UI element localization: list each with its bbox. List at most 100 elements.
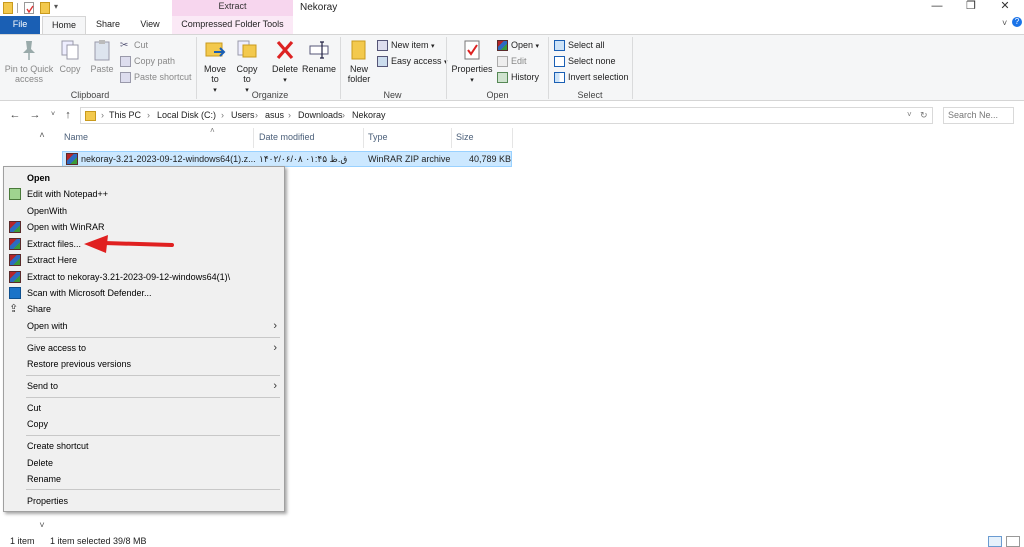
close-button[interactable]: ✕ [988,0,1022,14]
chevron-right-icon[interactable]: › [147,110,150,120]
copy-button[interactable]: Copy [57,38,83,74]
search-input[interactable]: Search Ne... [943,107,1014,124]
refresh-icon[interactable]: ↻ [920,110,928,121]
history-button[interactable]: History [497,70,539,84]
menu-item-restore-versions[interactable]: Restore previous versions [4,356,284,372]
paste-shortcut-button[interactable]: Paste shortcut [120,70,192,84]
forward-arrow-icon[interactable]: → [28,108,42,122]
copy-icon [61,40,79,60]
delete-button[interactable]: Delete ▾ [270,38,300,86]
help-icon[interactable]: ? [1012,17,1022,27]
chevron-right-icon[interactable]: › [288,110,291,120]
tab-view[interactable]: View [130,16,170,34]
qat-dropdown-icon[interactable]: ▾ [54,2,58,11]
defender-shield-icon [9,287,21,299]
chevron-right-icon[interactable]: › [221,110,224,120]
address-bar[interactable]: › This PC › Local Disk (C:) › Users › as… [80,107,933,124]
tab-file[interactable]: File [0,16,40,34]
address-dropdown-icon[interactable]: ˅ [907,110,912,119]
breadcrumb-local-disk[interactable]: Local Disk (C:) [157,110,216,120]
breadcrumb-downloads[interactable]: Downloads [298,110,343,120]
menu-item-cut[interactable]: Cut [4,400,284,416]
large-icons-view-icon[interactable] [1006,536,1020,547]
properties-button[interactable]: Properties ▾ [451,38,493,86]
divider [17,3,18,13]
tab-home[interactable]: Home [42,16,86,34]
chevron-right-icon[interactable]: › [101,110,104,120]
select-none-button[interactable]: Select none [554,54,616,68]
back-arrow-icon[interactable]: ← [8,108,22,122]
column-type[interactable]: Type [368,132,388,142]
paste-button[interactable]: Paste [88,38,116,74]
nav-pane-scroll-down[interactable]: ˅ [36,520,48,530]
menu-item-openwith-plain[interactable]: OpenWith [4,203,284,219]
chevron-down-icon: ▾ [283,77,287,84]
menu-item-copy[interactable]: Copy [4,416,284,432]
new-folder-button[interactable]: New folder [344,38,374,84]
details-view-icon[interactable] [988,536,1002,547]
menu-item-edit-notepad[interactable]: Edit with Notepad++ [4,186,284,202]
select-all-button[interactable]: Select all [554,38,605,52]
nav-pane-scroll-up[interactable]: ˄ [36,130,48,140]
tab-share[interactable]: Share [88,16,128,34]
divider[interactable] [253,128,254,148]
select-all-label: Select all [568,40,605,50]
menu-item-properties[interactable]: Properties [4,493,284,509]
menu-item-label: Extract Here [27,255,78,265]
tab-compressed-folder-tools[interactable]: Compressed Folder Tools [172,16,293,34]
copy-to-button[interactable]: Copy to ▾ [233,38,261,96]
minimize-button[interactable]: — [920,0,954,14]
cut-button[interactable]: ✂ Cut [120,38,148,52]
properties-check-icon[interactable] [24,2,34,14]
chevron-right-icon[interactable]: › [255,110,258,120]
menu-item-open[interactable]: Open [4,170,284,186]
invert-selection-icon [554,72,565,84]
restore-button[interactable]: ❐ [954,0,988,14]
menu-item-label: Scan with Microsoft Defender... [27,288,152,298]
chevron-right-icon[interactable]: › [342,110,345,120]
easy-access-button[interactable]: Easy access ▾ [377,54,448,68]
divider[interactable] [363,128,364,148]
column-size[interactable]: Size [456,132,474,142]
breadcrumb-asus[interactable]: asus [265,110,284,120]
move-to-button[interactable]: Move to ▾ [200,38,230,96]
open-label: Open [511,40,534,50]
rename-button[interactable]: Rename [302,38,336,74]
new-item-button[interactable]: New item ▾ [377,38,435,52]
move-to-label: Move to [203,64,226,84]
menu-item-give-access[interactable]: Give access to › [4,340,284,356]
file-row[interactable]: nekoray-3.21-2023-09-12-windows64(1).z..… [62,151,512,167]
menu-item-label: Extract to nekoray-3.21-2023-09-12-windo… [27,272,231,282]
breadcrumb-users[interactable]: Users [231,110,255,120]
copy-label: Copy [59,64,81,74]
menu-item-send-to[interactable]: Send to › [4,378,284,394]
folder-icon [3,2,13,14]
new-folder-icon[interactable] [40,2,50,14]
edit-button[interactable]: Edit [497,54,527,68]
copy-path-button[interactable]: Copy path [120,54,175,68]
column-date-modified[interactable]: Date modified [259,132,315,142]
menu-item-label: Delete [27,458,54,468]
open-button[interactable]: Open ▾ [497,38,539,52]
breadcrumb-this-pc[interactable]: This PC [109,110,141,120]
breadcrumb-nekoray[interactable]: Nekoray [352,110,386,120]
menu-item-share[interactable]: ⇪ Share [4,301,284,317]
menu-item-extract-to[interactable]: Extract to nekoray-3.21-2023-09-12-windo… [4,269,284,285]
ribbon-collapse-icon[interactable]: ˅ [1002,18,1007,28]
menu-item-open-with[interactable]: Open with › [4,318,284,334]
invert-selection-button[interactable]: Invert selection [554,70,629,84]
recent-chevron-icon[interactable]: ˅ [46,108,60,122]
new-folder-label: New folder [347,64,371,84]
divider[interactable] [451,128,452,148]
up-arrow-icon[interactable]: ↑ [61,108,75,122]
column-name[interactable]: Name [64,132,88,142]
pin-quick-access-button[interactable]: Pin to Quick access [4,38,54,84]
menu-item-create-shortcut[interactable]: Create shortcut [4,438,284,454]
menu-item-scan-defender[interactable]: Scan with Microsoft Defender... [4,285,284,301]
menu-item-rename[interactable]: Rename [4,471,284,487]
new-folder-icon [351,40,366,60]
red-arrow-annotation [84,235,174,253]
history-icon [497,72,508,84]
divider[interactable] [512,128,513,148]
menu-item-delete[interactable]: Delete [4,455,284,471]
